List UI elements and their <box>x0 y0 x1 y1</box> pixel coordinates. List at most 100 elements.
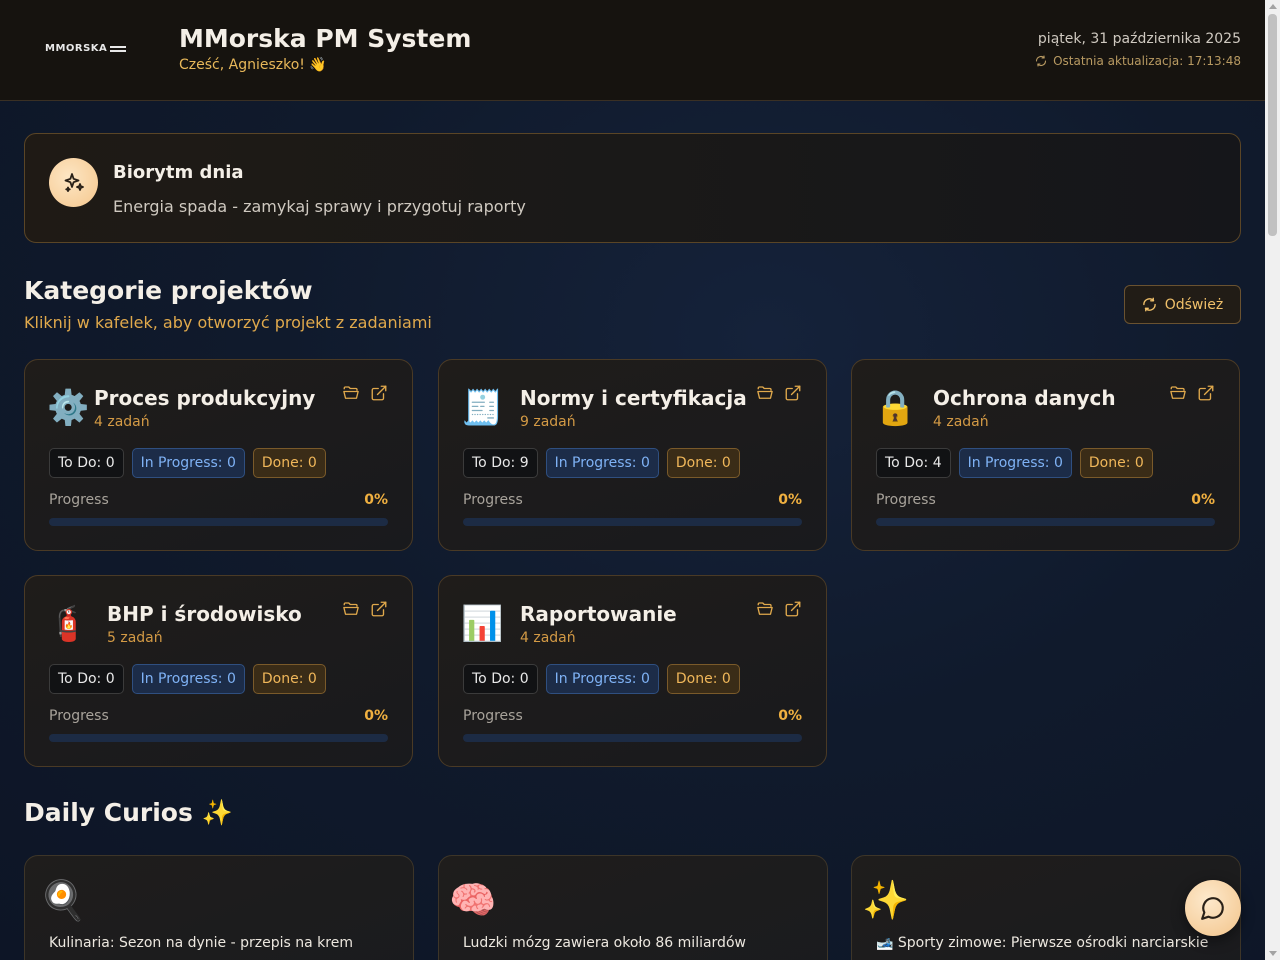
category-card-ochrona-danych[interactable]: 🔒 Ochrona danych 4 zadań To Do: 4 In Pro… <box>851 359 1240 551</box>
refresh-icon <box>1142 297 1156 312</box>
todo-badge: To Do: 0 <box>49 664 124 694</box>
category-title: Normy i certyfikacja <box>520 386 747 410</box>
categories-title: Kategorie projektów <box>24 276 313 305</box>
card-actions <box>756 600 802 618</box>
done-badge: Done: 0 <box>1079 448 1153 478</box>
frying-pan-icon: 🍳 <box>39 878 87 922</box>
biorhythm-card: Biorytm dnia Energia spada - zamykaj spr… <box>24 133 1241 243</box>
progress-bar <box>463 518 802 526</box>
receipt-icon: 🧾 <box>461 388 504 428</box>
brain-icon: 🧠 <box>449 878 497 922</box>
todo-badge: To Do: 9 <box>463 448 538 478</box>
todo-badge: To Do: 0 <box>49 448 124 478</box>
status-badges: To Do: 9 In Progress: 0 Done: 0 <box>463 448 740 478</box>
progress-bar <box>876 518 1215 526</box>
category-task-count: 4 zadań <box>520 630 576 646</box>
curio-text: 🎿 Sporty zimowe: Pierwsze ośrodki narcia… <box>876 935 1209 951</box>
biorhythm-title: Biorytm dnia <box>113 162 244 183</box>
status-badges: To Do: 0 In Progress: 0 Done: 0 <box>49 664 326 694</box>
gear-icon: ⚙️ <box>47 388 90 428</box>
progress-value: 0% <box>1191 492 1215 508</box>
last-update: Ostatnia aktualizacja: 17:13:48 <box>1035 54 1241 68</box>
sparkles-emoji-icon: ✨ <box>862 878 910 922</box>
todo-badge: To Do: 0 <box>463 664 538 694</box>
sparkles-icon <box>49 158 98 207</box>
app-title: MMorska PM System <box>179 24 472 53</box>
curio-card[interactable]: ✨ 🎿 Sporty zimowe: Pierwsze ośrodki narc… <box>851 855 1241 960</box>
category-card-proces-produkcyjny[interactable]: ⚙️ Proces produkcyjny 4 zadań To Do: 0 I… <box>24 359 413 551</box>
category-title: BHP i środowisko <box>107 602 302 626</box>
in-progress-badge: In Progress: 0 <box>545 448 659 478</box>
progress-label: Progress <box>49 708 109 724</box>
progress-value: 0% <box>364 492 388 508</box>
category-card-raportowanie[interactable]: 📊 Raportowanie 4 zadań To Do: 0 In Progr… <box>438 575 827 767</box>
card-actions <box>342 600 388 618</box>
progress-label: Progress <box>49 492 109 508</box>
curio-card[interactable]: 🍳 Kulinaria: Sezon na dynie - przepis na… <box>24 855 414 960</box>
progress-label: Progress <box>876 492 936 508</box>
category-task-count: 5 zadań <box>107 630 163 646</box>
bar-chart-icon: 📊 <box>461 604 504 644</box>
company-logo[interactable]: MMORSKA <box>45 43 127 54</box>
folder-open-icon[interactable] <box>756 384 774 402</box>
folder-open-icon[interactable] <box>756 600 774 618</box>
refresh-label: Odśwież <box>1164 296 1224 313</box>
daily-curios-title: Daily Curios ✨ <box>24 798 233 827</box>
scroll-thumb[interactable] <box>1268 14 1277 236</box>
status-badges: To Do: 0 In Progress: 0 Done: 0 <box>49 448 326 478</box>
done-badge: Done: 0 <box>252 448 326 478</box>
page-scrollbar[interactable] <box>1265 0 1280 960</box>
in-progress-badge: In Progress: 0 <box>131 448 245 478</box>
progress-value: 0% <box>778 708 802 724</box>
greeting: Cześć, Agnieszko! 👋 <box>179 57 327 73</box>
done-badge: Done: 0 <box>252 664 326 694</box>
progress-value: 0% <box>778 492 802 508</box>
external-link-icon[interactable] <box>370 384 388 402</box>
external-link-icon[interactable] <box>784 384 802 402</box>
status-badges: To Do: 0 In Progress: 0 Done: 0 <box>463 664 740 694</box>
category-card-bhp-i-srodowisko[interactable]: 🧯 BHP i środowisko 5 zadań To Do: 0 In P… <box>24 575 413 767</box>
external-link-icon[interactable] <box>784 600 802 618</box>
app-header: MMORSKA MMorska PM System Cześć, Agniesz… <box>0 0 1265 101</box>
category-card-normy-i-certyfikacja[interactable]: 🧾 Normy i certyfikacja 9 zadań To Do: 9 … <box>438 359 827 551</box>
lock-icon: 🔒 <box>874 388 917 428</box>
last-update-text: Ostatnia aktualizacja: 17:13:48 <box>1053 54 1241 68</box>
chat-bubble-icon <box>1201 897 1224 920</box>
category-title: Proces produkcyjny <box>94 386 316 410</box>
category-title: Ochrona danych <box>933 386 1116 410</box>
progress-value: 0% <box>364 708 388 724</box>
folder-open-icon[interactable] <box>342 384 360 402</box>
category-task-count: 4 zadań <box>933 414 989 430</box>
refresh-small-icon <box>1036 55 1047 67</box>
todo-badge: To Do: 4 <box>876 448 951 478</box>
progress-bar <box>463 734 802 742</box>
external-link-icon[interactable] <box>370 600 388 618</box>
progress-bar <box>49 518 388 526</box>
card-actions <box>756 384 802 402</box>
status-badges: To Do: 4 In Progress: 0 Done: 0 <box>876 448 1153 478</box>
in-progress-badge: In Progress: 0 <box>958 448 1072 478</box>
chat-button[interactable] <box>1185 880 1241 936</box>
fire-extinguisher-icon: 🧯 <box>47 604 90 644</box>
progress-label: Progress <box>463 492 523 508</box>
refresh-button[interactable]: Odśwież <box>1124 285 1241 324</box>
category-title: Raportowanie <box>520 602 677 626</box>
scroll-up-arrow-icon[interactable] <box>1269 4 1277 9</box>
card-actions <box>342 384 388 402</box>
biorhythm-text: Energia spada - zamykaj sprawy i przygot… <box>113 197 526 216</box>
scroll-down-arrow-icon[interactable] <box>1269 951 1277 956</box>
in-progress-badge: In Progress: 0 <box>131 664 245 694</box>
category-task-count: 9 zadań <box>520 414 576 430</box>
progress-bar <box>49 734 388 742</box>
logo-mark-icon <box>110 45 127 52</box>
external-link-icon[interactable] <box>1197 384 1215 402</box>
folder-open-icon[interactable] <box>342 600 360 618</box>
curio-text: Ludzki mózg zawiera około 86 miliardów <box>463 935 746 951</box>
card-actions <box>1169 384 1215 402</box>
curio-card[interactable]: 🧠 Ludzki mózg zawiera około 86 miliardów <box>438 855 828 960</box>
categories-subtitle: Kliknij w kafelek, aby otworzyć projekt … <box>24 313 432 332</box>
category-task-count: 4 zadań <box>94 414 150 430</box>
progress-label: Progress <box>463 708 523 724</box>
folder-open-icon[interactable] <box>1169 384 1187 402</box>
done-badge: Done: 0 <box>666 664 740 694</box>
